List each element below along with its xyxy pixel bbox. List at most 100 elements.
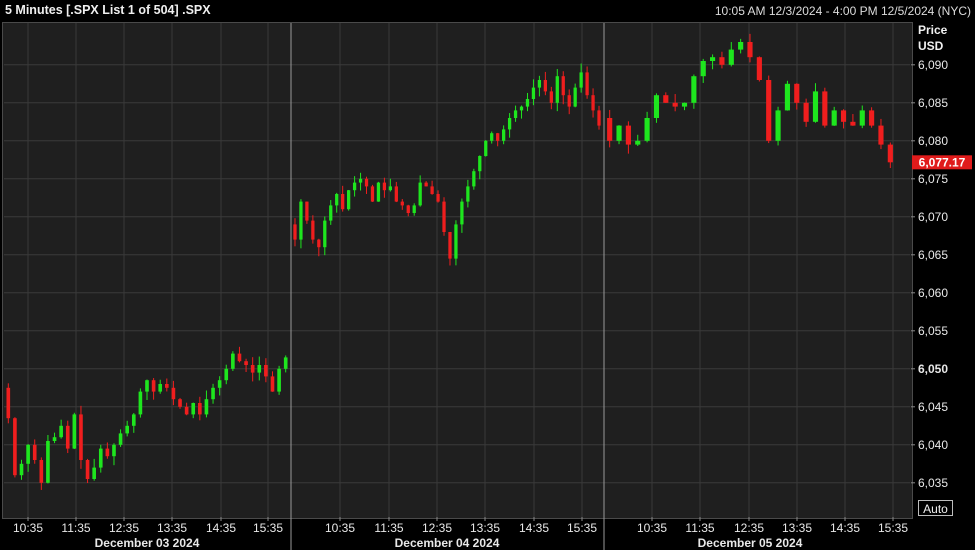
y-tick-label: 6,090 — [918, 58, 948, 72]
candle-body — [756, 57, 762, 80]
candle-body — [591, 95, 595, 111]
candle-body — [105, 448, 110, 457]
candle-body — [46, 441, 50, 483]
candle-body — [358, 178, 363, 183]
candle-body — [59, 425, 63, 438]
y-tick-label: 6,040 — [918, 438, 948, 452]
candle-body — [579, 72, 583, 88]
x-tick-label: 12:35 — [734, 521, 764, 535]
candle-body — [191, 403, 196, 415]
candle-body — [448, 232, 452, 259]
candle-body — [65, 425, 70, 449]
candle-body — [653, 95, 660, 118]
candle-body — [747, 42, 753, 58]
candle-body — [6, 387, 11, 419]
candle-body — [484, 140, 488, 156]
x-tick-label: 15:35 — [253, 521, 283, 535]
candle-body — [859, 110, 865, 126]
candle-body — [151, 380, 156, 392]
candle-body — [496, 133, 500, 141]
candle-body — [112, 444, 116, 457]
candle-body — [878, 125, 884, 145]
candle-body — [400, 201, 404, 206]
candle-body — [412, 205, 416, 213]
candle-body — [244, 361, 248, 365]
candle-body — [52, 437, 57, 441]
candle-body — [118, 433, 123, 445]
candle-body — [454, 224, 458, 259]
candle-body — [700, 61, 706, 77]
candle-body — [531, 87, 536, 99]
candle-body — [277, 368, 281, 392]
candle-body — [519, 106, 524, 111]
candle-body — [250, 365, 255, 373]
candle-body — [164, 384, 169, 388]
x-tick-label: 11:35 — [685, 521, 714, 535]
candle-body — [644, 118, 650, 141]
candle-body — [171, 387, 176, 400]
candle-body — [299, 201, 303, 240]
candle-body — [681, 102, 688, 107]
candle-body — [178, 399, 182, 407]
candle-body — [513, 110, 518, 118]
candle-body — [352, 182, 357, 191]
x-tick-label: 12:35 — [422, 521, 452, 535]
x-tick-label: 14:35 — [519, 521, 549, 535]
candle-body — [346, 190, 351, 210]
candle-body — [597, 110, 601, 126]
candle-body — [92, 467, 96, 479]
date-label: December 04 2024 — [395, 536, 500, 550]
candle-body — [329, 205, 333, 221]
candle-body — [138, 391, 143, 415]
candle-body — [341, 194, 345, 210]
candle-body — [198, 403, 202, 415]
candle-body — [217, 380, 222, 388]
candle-body — [364, 178, 369, 187]
candle-body — [766, 80, 772, 141]
x-tick-label: 13:35 — [157, 521, 187, 535]
candle-body — [803, 102, 809, 122]
candle-body — [79, 414, 83, 460]
candle-body — [635, 140, 641, 145]
candle-body — [26, 444, 30, 464]
date-label: December 03 2024 — [95, 536, 200, 550]
candle-body — [237, 353, 242, 362]
x-tick-label: 12:35 — [109, 521, 139, 535]
candle-body — [305, 201, 309, 221]
candle-body — [466, 186, 470, 202]
candle-body — [39, 460, 44, 483]
candle-body — [158, 384, 163, 392]
candle-body — [430, 186, 434, 194]
candle-body — [672, 102, 678, 107]
candle-body — [537, 80, 542, 88]
candle-body — [145, 380, 149, 392]
y-tick-label: 6,055 — [918, 324, 948, 338]
x-tick-label: 14:35 — [830, 521, 860, 535]
candle-body — [264, 365, 268, 377]
candle-body — [490, 133, 494, 141]
x-tick-label: 10:35 — [637, 521, 667, 535]
candle-body — [184, 406, 189, 415]
candle-body — [335, 194, 339, 206]
candle-body — [478, 156, 482, 172]
y-tick-label: 6,075 — [918, 172, 948, 186]
candle-body — [388, 186, 393, 191]
candle-body — [549, 91, 553, 103]
candle-body — [204, 399, 209, 415]
candle-body — [211, 387, 215, 400]
x-tick-label: 13:35 — [782, 521, 812, 535]
candle-body — [663, 95, 669, 103]
y-tick-label: 6,050 — [918, 362, 948, 376]
x-tick-label: 10:35 — [13, 521, 43, 535]
candle-body — [567, 95, 571, 107]
candle-body — [543, 80, 548, 92]
y-tick-label: 6,085 — [918, 96, 948, 110]
candle-body — [555, 76, 559, 103]
candle-body — [317, 239, 321, 248]
candle-body — [869, 110, 875, 126]
x-tick-label: 15:35 — [878, 521, 908, 535]
candle-body — [887, 144, 893, 163]
candle-body — [376, 182, 381, 202]
candle-body — [625, 125, 631, 145]
candle-body — [831, 110, 837, 126]
